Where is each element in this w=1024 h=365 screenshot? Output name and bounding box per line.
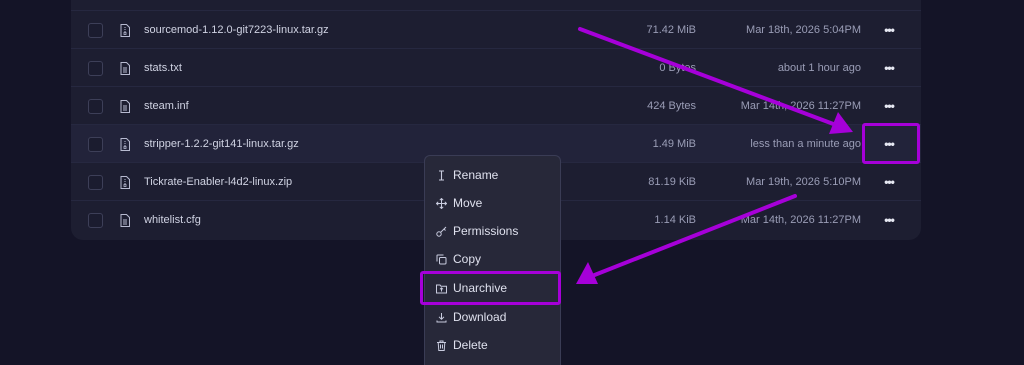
annotation-arrow-to-unarchive [576, 194, 797, 284]
annotation-arrows [576, 27, 853, 284]
annotation-arrow-to-more [578, 27, 853, 134]
